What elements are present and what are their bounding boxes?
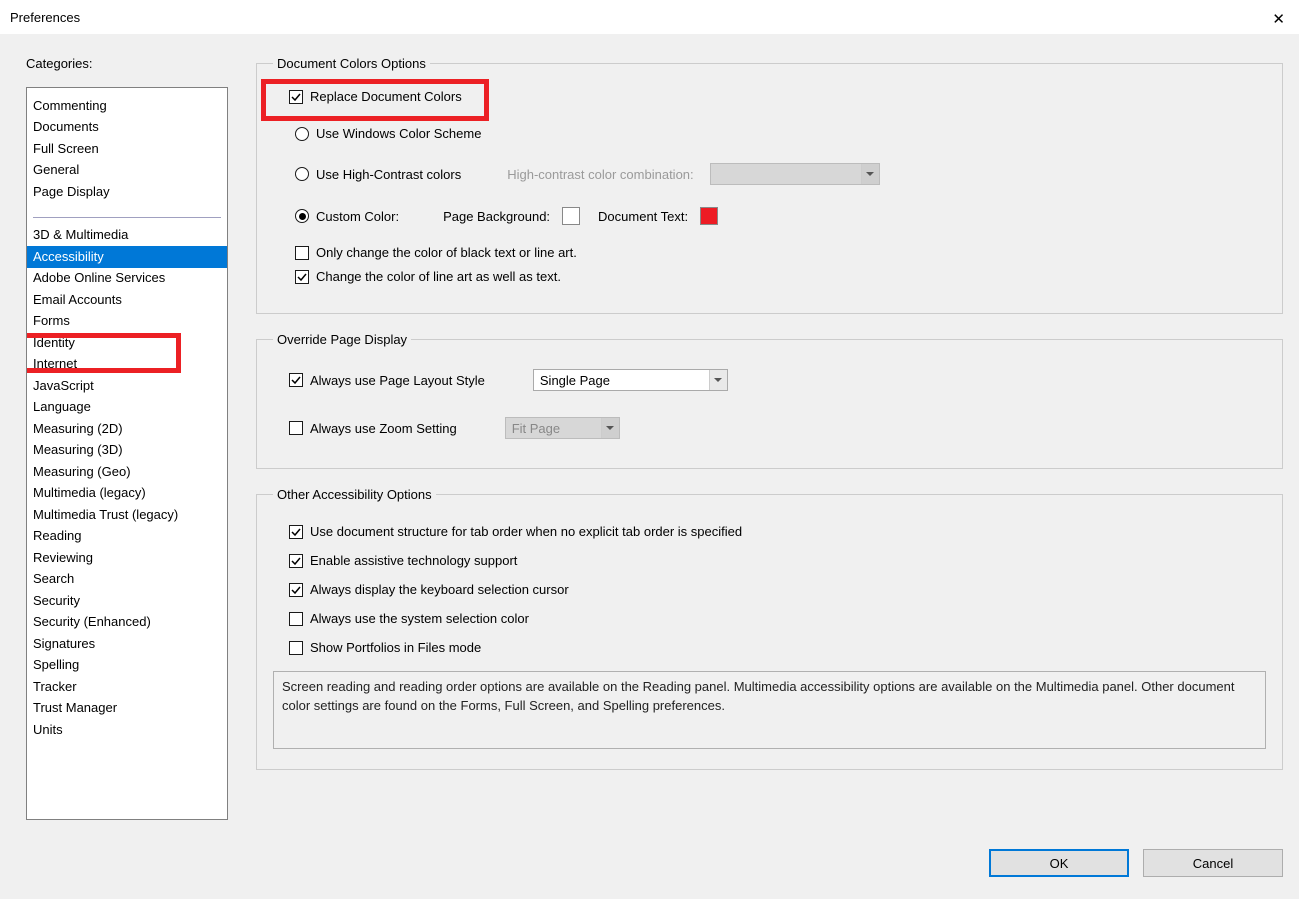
group-document-colors: Document Colors Options Replace Document… xyxy=(256,56,1283,314)
radio-custom-color[interactable] xyxy=(295,209,309,223)
category-item[interactable]: Page Display xyxy=(27,181,227,203)
radio-use-windows-color-scheme[interactable] xyxy=(295,127,309,141)
categories-label: Categories: xyxy=(26,56,228,71)
ok-button-label: OK xyxy=(1050,856,1069,871)
dropdown-page-layout-value: Single Page xyxy=(540,373,610,388)
cancel-button[interactable]: Cancel xyxy=(1143,849,1283,877)
category-item[interactable]: Language xyxy=(27,397,227,419)
label-keyboard-cursor: Always display the keyboard selection cu… xyxy=(310,582,569,597)
category-item[interactable]: Multimedia (legacy) xyxy=(27,483,227,505)
checkbox-system-selection-color[interactable] xyxy=(289,612,303,626)
close-icon[interactable]: ✕ xyxy=(1272,10,1285,28)
category-item[interactable]: Reviewing xyxy=(27,547,227,569)
label-tab-order: Use document structure for tab order whe… xyxy=(310,524,742,539)
label-use-windows-color-scheme: Use Windows Color Scheme xyxy=(316,126,481,141)
category-item[interactable]: Trust Manager xyxy=(27,698,227,720)
checkbox-always-page-layout[interactable] xyxy=(289,373,303,387)
category-list: CommentingDocumentsFull ScreenGeneralPag… xyxy=(26,87,228,820)
category-item[interactable]: Forms xyxy=(27,311,227,333)
category-item[interactable]: Full Screen xyxy=(27,138,227,160)
legend-document-colors: Document Colors Options xyxy=(273,56,430,71)
category-item[interactable]: Security xyxy=(27,590,227,612)
label-replace-document-colors: Replace Document Colors xyxy=(310,89,462,104)
label-assistive: Enable assistive technology support xyxy=(310,553,517,568)
category-item[interactable]: Tracker xyxy=(27,676,227,698)
checkbox-portfolios[interactable] xyxy=(289,641,303,655)
category-item[interactable]: Measuring (2D) xyxy=(27,418,227,440)
swatch-page-background[interactable] xyxy=(562,207,580,225)
category-divider xyxy=(33,217,221,218)
category-item[interactable]: Internet xyxy=(27,354,227,376)
label-only-change-black: Only change the color of black text or l… xyxy=(316,245,577,260)
category-item[interactable]: Signatures xyxy=(27,633,227,655)
window-title: Preferences xyxy=(10,10,80,25)
label-high-contrast-combination: High-contrast color combination: xyxy=(507,167,693,182)
dropdown-zoom: Fit Page xyxy=(505,417,620,439)
ok-button[interactable]: OK xyxy=(989,849,1129,877)
radio-use-high-contrast[interactable] xyxy=(295,167,309,181)
checkbox-replace-document-colors[interactable] xyxy=(289,90,303,104)
label-always-page-layout: Always use Page Layout Style xyxy=(310,373,485,388)
category-item[interactable]: Measuring (3D) xyxy=(27,440,227,462)
category-item[interactable]: Accessibility xyxy=(27,246,227,268)
dropdown-zoom-value: Fit Page xyxy=(512,421,560,436)
category-item[interactable]: General xyxy=(27,160,227,182)
group-override-page-display: Override Page Display Always use Page La… xyxy=(256,332,1283,469)
label-change-lineart: Change the color of line art as well as … xyxy=(316,269,561,284)
label-page-background: Page Background: xyxy=(443,209,550,224)
label-document-text: Document Text: xyxy=(598,209,688,224)
category-item[interactable]: Units xyxy=(27,719,227,741)
label-system-selection-color: Always use the system selection color xyxy=(310,611,529,626)
group-other-accessibility: Other Accessibility Options Use document… xyxy=(256,487,1283,770)
checkbox-keyboard-cursor[interactable] xyxy=(289,583,303,597)
label-custom-color: Custom Color: xyxy=(316,209,399,224)
category-item[interactable]: Search xyxy=(27,569,227,591)
category-item[interactable]: Commenting xyxy=(27,95,227,117)
preferences-window: Preferences ✕ Categories: CommentingDocu… xyxy=(0,0,1299,899)
checkbox-tab-order[interactable] xyxy=(289,525,303,539)
legend-other: Other Accessibility Options xyxy=(273,487,436,502)
checkbox-always-zoom[interactable] xyxy=(289,421,303,435)
category-item[interactable]: Email Accounts xyxy=(27,289,227,311)
label-always-zoom: Always use Zoom Setting xyxy=(310,421,457,436)
category-item[interactable]: Adobe Online Services xyxy=(27,268,227,290)
category-item[interactable]: Documents xyxy=(27,117,227,139)
swatch-document-text[interactable] xyxy=(700,207,718,225)
category-item[interactable]: Multimedia Trust (legacy) xyxy=(27,504,227,526)
chevron-down-icon xyxy=(601,418,619,438)
checkbox-change-lineart[interactable] xyxy=(295,270,309,284)
category-item[interactable]: 3D & Multimedia xyxy=(27,225,227,247)
legend-override: Override Page Display xyxy=(273,332,411,347)
category-item[interactable]: Reading xyxy=(27,526,227,548)
category-item[interactable]: JavaScript xyxy=(27,375,227,397)
dropdown-high-contrast xyxy=(710,163,880,185)
dropdown-page-layout[interactable]: Single Page xyxy=(533,369,728,391)
checkbox-only-change-black[interactable] xyxy=(295,246,309,260)
category-item[interactable]: Security (Enhanced) xyxy=(27,612,227,634)
titlebar: Preferences ✕ xyxy=(0,0,1299,34)
chevron-down-icon xyxy=(709,370,727,390)
label-use-high-contrast: Use High-Contrast colors xyxy=(316,167,461,182)
category-item[interactable]: Identity xyxy=(27,332,227,354)
cancel-button-label: Cancel xyxy=(1193,856,1233,871)
settings-panel: Document Colors Options Replace Document… xyxy=(256,56,1283,820)
checkbox-assistive[interactable] xyxy=(289,554,303,568)
chevron-down-icon xyxy=(861,164,879,184)
category-item[interactable]: Measuring (Geo) xyxy=(27,461,227,483)
category-item[interactable]: Spelling xyxy=(27,655,227,677)
label-portfolios: Show Portfolios in Files mode xyxy=(310,640,481,655)
info-text: Screen reading and reading order options… xyxy=(273,671,1266,749)
